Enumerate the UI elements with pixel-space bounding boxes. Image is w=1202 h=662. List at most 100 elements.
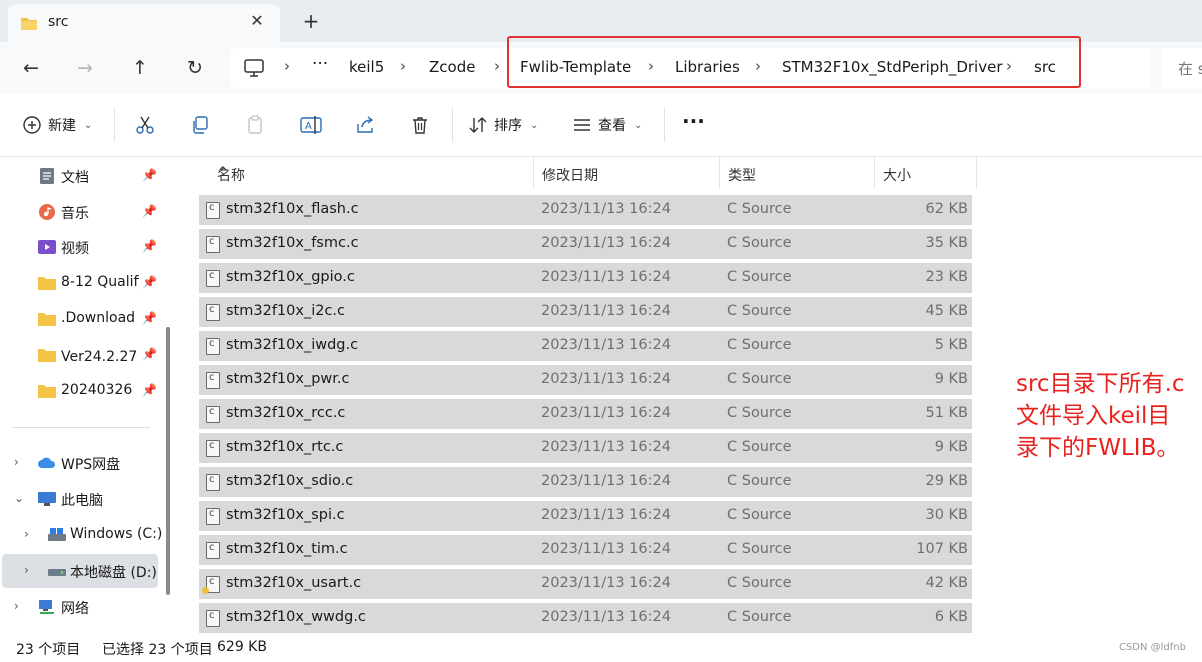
sidebar-item-label: 8-12 Qualifi [61, 274, 139, 290]
column-header-type[interactable]: 类型 [720, 157, 875, 189]
copy-icon [193, 116, 208, 134]
sidebar-item-label: 此电脑 [61, 493, 103, 509]
file-row[interactable]: stm32f10x_flash.c 2023/11/13 16:24 C Sourc… [199, 195, 972, 225]
file-row[interactable]: stm32f10x_wwdg.c 2023/11/13 16:24 C Source… [199, 603, 972, 633]
file-size: 29 KB [925, 473, 968, 489]
pin-icon: 📌 [142, 168, 157, 182]
sort-button[interactable]: 排序 ⌄ [468, 112, 538, 138]
sidebar-item-folder[interactable]: 8-12 Qualifi 📌 [0, 266, 166, 300]
toolbar-divider [114, 108, 115, 142]
file-name: stm32f10x_flash.c [226, 201, 359, 217]
rename-button[interactable]: A [300, 112, 322, 138]
file-size: 51 KB [925, 405, 968, 421]
sidebar-item-this-pc[interactable]: ⌄ 此电脑 [0, 482, 166, 516]
sidebar-item-folder[interactable]: .Download 📌 [0, 302, 166, 336]
more-options-button[interactable]: ··· [682, 108, 705, 134]
file-row[interactable]: stm32f10x_iwdg.c 2023/11/13 16:24 C Source… [199, 331, 972, 361]
file-row[interactable]: stm32f10x_pwr.c 2023/11/13 16:24 C Source 9… [199, 365, 972, 395]
chevron-right-icon[interactable]: › [24, 527, 29, 541]
breadcrumb-zcode[interactable]: Zcode [429, 58, 475, 76]
file-date: 2023/11/13 16:24 [541, 541, 671, 557]
back-arrow-icon[interactable]: ← [16, 54, 46, 82]
view-button[interactable]: 查看 ⌄ [572, 112, 642, 138]
pin-icon: 📌 [142, 275, 157, 289]
file-row[interactable]: stm32f10x_sdio.c 2023/11/13 16:24 C Source… [199, 467, 972, 497]
sidebar-item-network[interactable]: › 网络 [0, 590, 166, 624]
chevron-down-icon[interactable]: ⌄ [14, 491, 24, 505]
cut-button[interactable] [135, 112, 155, 138]
share-icon [357, 116, 374, 133]
file-date: 2023/11/13 16:24 [541, 337, 671, 353]
up-arrow-icon[interactable]: ↑ [125, 54, 155, 82]
video-icon [38, 240, 56, 254]
sidebar-scrollbar[interactable] [166, 327, 170, 595]
c-file-icon [206, 406, 220, 423]
file-row[interactable]: stm32f10x_fsmc.c 2023/11/13 16:24 C Source… [199, 229, 972, 259]
new-button[interactable]: 新建 ⌄ [22, 112, 92, 138]
plus-circle-icon [23, 116, 41, 134]
file-row[interactable]: stm32f10x_tim.c 2023/11/13 16:24 C Source 1… [199, 535, 972, 565]
file-date: 2023/11/13 16:24 [541, 269, 671, 285]
folder-icon [38, 349, 56, 362]
chevron-right-icon[interactable]: › [14, 599, 19, 613]
file-name: stm32f10x_fsmc.c [226, 235, 359, 251]
search-input[interactable]: 在 s [1162, 48, 1202, 88]
sidebar-item-videos[interactable]: 视频 📌 [0, 230, 166, 264]
list-view-icon [574, 119, 590, 131]
file-size: 6 KB [934, 609, 968, 625]
sidebar-item-drive-c[interactable]: › Windows (C:) [0, 518, 166, 552]
paste-button[interactable] [245, 112, 265, 138]
sort-button-label: 排序 [494, 118, 522, 134]
sidebar-item-folder[interactable]: Ver24.2.27（ 📌 [0, 338, 166, 372]
file-type: C Source [727, 371, 792, 387]
sidebar-item-label: 视频 [61, 241, 89, 257]
pc-icon [38, 492, 56, 506]
breadcrumb-overflow[interactable]: ··· [312, 54, 328, 74]
file-row[interactable]: stm32f10x_gpio.c 2023/11/13 16:24 C Source… [199, 263, 972, 293]
cloud-icon [38, 457, 56, 468]
sidebar-item-label: 文档 [61, 170, 89, 186]
file-size: 9 KB [934, 439, 968, 455]
file-row[interactable]: stm32f10x_rtc.c 2023/11/13 16:24 C Source 9… [199, 433, 972, 463]
file-type: C Source [727, 235, 792, 251]
sidebar-item-drive-d[interactable]: › 本地磁盘 (D:) [2, 554, 158, 588]
file-type: C Source [727, 473, 792, 489]
toolbar-divider [664, 108, 665, 142]
folder-icon [38, 277, 56, 290]
chevron-right-icon[interactable]: › [24, 563, 29, 577]
sidebar-item-music[interactable]: 音乐 📌 [0, 195, 166, 229]
file-size: 107 KB [916, 541, 968, 557]
column-header-date[interactable]: 修改日期 [534, 157, 720, 189]
breadcrumb-keil5[interactable]: keil5 [349, 58, 384, 76]
sidebar-item-label: .Download [61, 310, 136, 326]
command-bar: 新建 ⌄ A 排序 ⌄ 查看 ⌄ ··· [0, 94, 1202, 157]
file-row[interactable]: stm32f10x_usart.c 2023/11/13 16:24 C Sourc… [199, 569, 972, 599]
refresh-icon[interactable]: ↻ [180, 54, 210, 82]
annotation-line: 录下的FWLIB。 [1016, 435, 1180, 461]
file-name: stm32f10x_usart.c [226, 575, 362, 591]
shared-badge-icon [202, 587, 209, 594]
file-type: C Source [727, 575, 792, 591]
sidebar-item-folder[interactable]: 20240326 📌 [0, 374, 166, 408]
file-date: 2023/11/13 16:24 [541, 473, 671, 489]
tab-src[interactable]: src ✕ [8, 4, 280, 42]
column-header-name[interactable]: 名称 ^ [209, 157, 534, 189]
sidebar-divider [12, 427, 150, 428]
sidebar-item-documents[interactable]: 文档 📌 [0, 159, 166, 193]
delete-button[interactable] [410, 112, 430, 138]
close-icon[interactable]: ✕ [246, 10, 268, 32]
file-row[interactable]: stm32f10x_i2c.c 2023/11/13 16:24 C Source 4… [199, 297, 972, 327]
forward-arrow-icon[interactable]: → [70, 54, 100, 82]
column-header-size[interactable]: 大小 [875, 157, 977, 189]
copy-button[interactable] [190, 112, 210, 138]
file-name: stm32f10x_wwdg.c [226, 609, 366, 625]
file-type: C Source [727, 507, 792, 523]
trash-icon [413, 117, 427, 134]
file-row[interactable]: stm32f10x_spi.c 2023/11/13 16:24 C Source 3… [199, 501, 972, 531]
sidebar-item-wps-drive[interactable]: › WPS网盘 [0, 446, 166, 480]
new-tab-button[interactable]: + [298, 8, 324, 34]
share-button[interactable] [355, 112, 375, 138]
file-row[interactable]: stm32f10x_rcc.c 2023/11/13 16:24 C Source 5… [199, 399, 972, 429]
status-bar: 23 个项目 已选择 23 个项目 629 KB CSDN @ldfnb [0, 636, 1202, 662]
chevron-right-icon[interactable]: › [14, 455, 19, 469]
